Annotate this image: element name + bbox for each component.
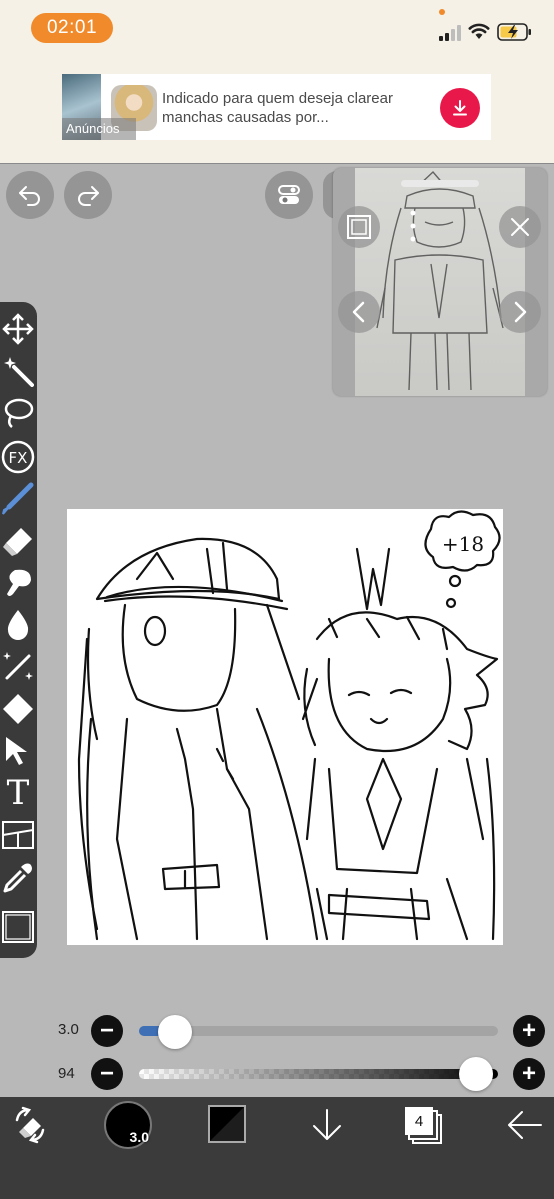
bottom-toolbar: 3.0 4 [0,1097,554,1199]
tool-blur[interactable] [0,606,36,644]
smudge-icon [7,569,31,596]
color-swatch-button[interactable] [208,1105,246,1143]
tool-magic-wand[interactable] [0,352,36,390]
special-brush-icon [3,652,33,680]
brush-opacity-value: 94 [58,1065,75,1082]
download-arrow-icon [313,1109,341,1140]
reference-frame-button[interactable] [338,206,380,248]
color-swatch-icon [210,1107,244,1141]
status-time: 02:01 [31,13,113,43]
reference-previous-button[interactable] [338,291,380,333]
reference-close-button[interactable] [499,206,541,248]
brush-size-badge: 3.0 [129,1129,149,1145]
ad-download-button[interactable] [440,88,480,128]
tool-brush[interactable] [0,480,36,518]
reference-window[interactable] [333,168,547,396]
transform-tools-button[interactable] [10,1105,50,1145]
settings-toggle-button[interactable] [265,171,313,219]
sketch-artwork: +18 [77,510,501,941]
brush-size-decrease[interactable]: − [91,1015,123,1047]
brush-size-thumb[interactable] [158,1015,192,1049]
select-pointer-icon [6,737,27,765]
tool-select[interactable] [0,732,36,770]
brush-size-increase[interactable]: + [513,1015,545,1047]
blur-drop-icon [7,610,29,640]
reference-sketch [376,170,504,391]
magic-wand-icon [4,357,34,387]
transform-tools-icon [15,1106,45,1144]
brush-preview-button[interactable]: 3.0 [104,1101,152,1149]
brush-icon [2,482,34,515]
tool-smudge[interactable] [0,564,36,602]
ad-label: Anúncios [62,118,136,140]
tool-canvas[interactable] [0,908,36,946]
tool-special-brush[interactable] [0,648,36,686]
brush-opacity-slider[interactable] [139,1069,498,1079]
tool-eraser[interactable] [0,522,36,560]
tool-fx[interactable]: FX [0,438,36,476]
undo-icon [19,186,40,206]
tool-eyedropper[interactable] [0,858,36,896]
eyedropper-icon [3,863,32,893]
fill-icon [3,694,33,724]
tool-text[interactable]: T [0,774,36,812]
frame-divider-icon [2,821,34,849]
wifi-icon [468,23,490,39]
tool-frame-divider[interactable] [0,816,36,854]
svg-text:FX: FX [9,449,28,467]
brush-opacity-increase[interactable]: + [513,1058,545,1090]
redo-button[interactable] [64,171,112,219]
eraser-icon [3,528,32,556]
ad-banner[interactable]: Indicado para quem deseja clarear mancha… [0,60,554,164]
layer-frame-icon [347,215,371,239]
back-button[interactable] [504,1105,544,1145]
redo-icon [78,186,99,206]
previous-icon [352,301,365,323]
drawing-canvas[interactable]: +18 [67,509,503,945]
tool-fill[interactable] [0,690,36,728]
reference-next-button[interactable] [499,291,541,333]
tool-move[interactable] [0,310,36,348]
move-icon [2,313,34,345]
brush-opacity-decrease[interactable]: − [91,1058,123,1090]
fx-icon: FX [1,440,35,474]
brush-opacity-thumb[interactable] [459,1057,493,1091]
next-icon [514,301,527,323]
reference-image [355,168,525,396]
brush-size-slider[interactable] [139,1026,498,1036]
status-bar: 02:01 [0,0,554,60]
download-icon [453,100,467,116]
reference-drag-handle[interactable] [401,180,479,187]
privacy-indicator-dot [439,9,445,15]
tool-lasso[interactable] [0,394,36,432]
download-button[interactable] [307,1105,347,1145]
canvas-icon [2,911,34,943]
brush-size-value: 3.0 [58,1021,79,1038]
cellular-signal-icon [439,25,461,41]
ad-text: Indicado para quem deseja clarear mancha… [162,90,393,126]
thought-bubble-text: +18 [442,532,484,556]
ad-card[interactable]: Indicado para quem deseja clarear mancha… [101,74,491,140]
battery-charging-icon [497,23,531,41]
lasso-icon [4,398,34,428]
text-icon: T [6,773,30,813]
close-icon [511,218,529,236]
back-arrow-icon [508,1111,542,1139]
undo-button[interactable] [6,171,54,219]
more-vertical-icon[interactable] [409,208,417,244]
layer-count: 4 [414,1112,424,1130]
layers-button[interactable]: 4 [403,1105,445,1147]
tool-palette: FX T [0,302,37,958]
settings-toggle-icon [278,185,300,204]
